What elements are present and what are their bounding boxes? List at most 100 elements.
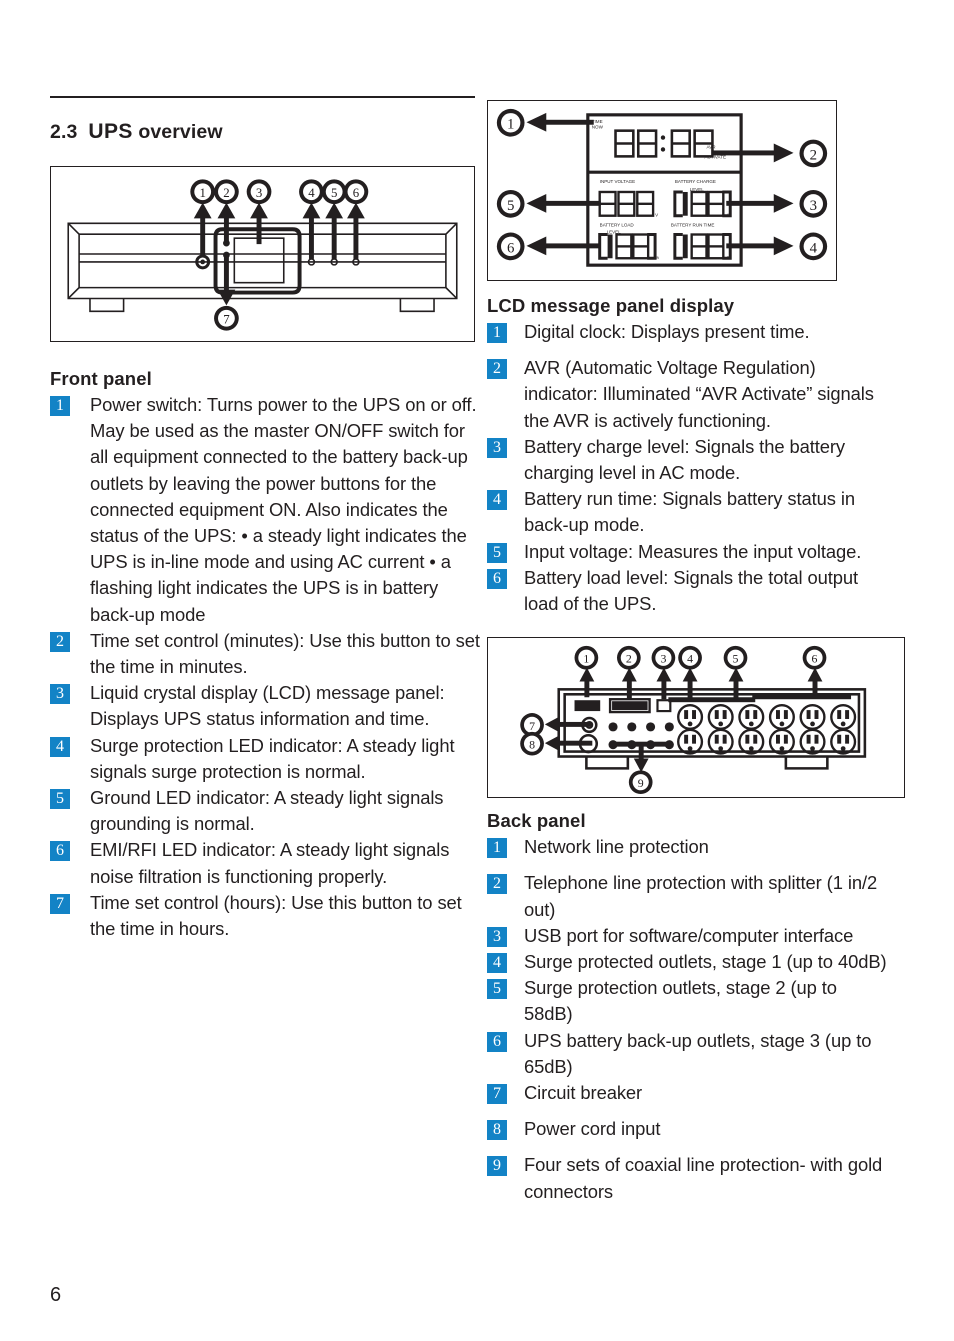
svg-text:6: 6 [507,240,514,256]
back-panel-diagram: 1 2 3 4 5 6 7 8 9 [520,646,867,795]
svg-text:1: 1 [199,186,205,200]
item-badge: 5 [50,789,70,810]
item-badge: 7 [50,893,70,914]
section-number: 2.3 [50,121,78,143]
item-text: Power switch: Turns power to the UPS on … [90,394,477,625]
list-item: 2 AVR (Automatic Voltage Regulation) indi… [487,355,887,434]
page-title: 2.3 UPS overview [50,120,480,144]
svg-text:8: 8 [529,738,535,752]
item-text: EMI/RFI LED indicator: A steady light si… [90,839,450,887]
item-badge: 6 [487,1031,507,1052]
list-item: 4 Surge protection LED indicator: A stead… [50,733,480,785]
item-badge: 1 [50,396,70,416]
svg-text:5: 5 [331,186,337,200]
list-item: 4 Surge protected outlets, stage 1 (up to… [487,949,887,975]
item-text: Surge protected outlets, stage 1 (up to … [524,951,887,973]
lcd-panel-diagram: TIME NOW AVR ACTIVATE INPUT VOLTAGE BATT… [496,108,828,267]
item-badge: 2 [487,874,507,895]
back-panel-list: 1 Network line protection 2 Telephone line… [487,834,887,1205]
label-battery-charge: BATTERY CHARGE [675,179,716,184]
svg-text:6: 6 [353,186,360,200]
svg-text:7: 7 [223,313,230,327]
item-badge: 6 [50,841,70,862]
front-panel-diagram: 1 2 3 4 5 6 7 [67,179,458,331]
callout-circles: 1 5 6 2 3 4 [496,108,828,261]
item-badge: 1 [487,323,507,343]
list-item: 7 Time set control (hours): Use this butt… [50,890,480,942]
outlet-group [677,704,857,755]
lcd-panel-list: 1 Digital clock: Displays present time. 2… [487,319,887,617]
item-badge: 4 [487,490,507,511]
item-text: Telephone line protection with splitter … [524,872,878,920]
section-title-rest: overview [132,121,223,143]
svg-text:9: 9 [638,776,644,790]
item-badge: 7 [487,1084,507,1105]
item-badge: 2 [487,359,507,380]
page-number: 6 [50,1284,62,1306]
svg-text:2: 2 [626,652,632,666]
leader-9 [633,744,649,773]
item-text: Surge protection LED indicator: A steady… [90,734,455,782]
leader-5 [325,202,344,259]
back-panel-figure: 1 2 3 4 5 6 7 8 9 [487,637,905,799]
item-text: Four sets of coaxial line protection- wi… [524,1154,883,1202]
svg-text:6: 6 [812,652,818,666]
item-text: Surge protection outlets, stage 2 (up to… [524,977,837,1025]
item-text: Liquid crystal display (LCD) message pan… [90,682,445,730]
item-text: Battery charge level: Signals the batter… [524,435,845,484]
item-text: Power cord input [524,1118,661,1140]
item-badge: 5 [487,542,507,563]
item-badge: 8 [487,1120,507,1141]
svg-text:5: 5 [507,198,514,214]
leader-arrows-left [526,112,601,256]
item-text: Circuit breaker [524,1082,643,1104]
svg-text:5: 5 [733,652,739,666]
leader-4 [302,202,321,259]
svg-text:3: 3 [810,198,817,214]
svg-text:4: 4 [308,186,315,200]
label-battery-run-time: BATTERY RUN TIME [671,223,714,228]
list-item: 3 Battery charge level: Signals the batte… [487,434,887,486]
unit-volts: V [655,213,658,218]
front-panel-figure: 1 2 3 4 5 6 7 [50,166,475,342]
leader-6 [347,202,365,259]
item-badge: 3 [50,684,70,705]
front-panel-heading: Front panel [50,368,152,389]
item-badge: 6 [487,568,507,589]
list-item: 6 Battery load level: Signals the total o… [487,565,887,617]
item-text: Battery run time: Signals battery status… [524,488,855,536]
front-panel-list: 1 Power switch: Turns power to the UPS on… [50,392,480,942]
item-badge: 1 [487,838,507,859]
item-badge: 3 [487,437,507,458]
item-text: Digital clock: Displays present time. [524,321,810,342]
leader-arrows-right [712,143,794,256]
header-rule [50,96,475,98]
list-item: 2 Time set control (minutes): Use this bu… [50,628,480,680]
svg-text:2: 2 [223,186,229,200]
list-item: 3 USB port for software/computer interfac… [487,923,887,949]
left-column: 2.3 UPS overview 1 2 3 4 5 6 7 Front pan… [50,96,480,942]
label-battery-load: BATTERY LOAD [600,223,635,228]
item-text: UPS battery back-up outlets, stage 3 (up… [524,1029,872,1077]
svg-text:3: 3 [660,652,666,666]
list-item: 1 Digital clock: Displays present time. [487,319,887,345]
svg-text:4: 4 [687,652,693,666]
leader-8 [544,736,593,751]
list-item: 9 Four sets of coaxial line protection- w… [487,1152,887,1204]
lcd-panel-heading: LCD message panel display [487,295,735,316]
svg-text:4: 4 [810,240,818,256]
leader-1 [579,667,595,698]
right-column: TIME NOW AVR ACTIVATE INPUT VOLTAGE BATT… [487,100,905,1205]
svg-text:1: 1 [583,652,589,666]
item-badge: 2 [50,631,70,652]
item-text: Time set control (minutes): Use this but… [90,629,480,678]
list-item: 8 Power cord input [487,1116,887,1142]
item-badge: 4 [487,953,507,974]
item-badge: 3 [487,926,507,947]
item-text: Battery load level: Signals the total ou… [524,566,858,615]
list-item: 6 EMI/RFI LED indicator: A steady light s… [50,837,480,889]
back-panel-heading: Back panel [487,810,586,832]
list-item: 5 Input voltage: Measures the input volta… [487,539,887,565]
leader-1 [193,202,212,256]
item-text: AVR (Automatic Voltage Regulation) indic… [524,357,874,431]
